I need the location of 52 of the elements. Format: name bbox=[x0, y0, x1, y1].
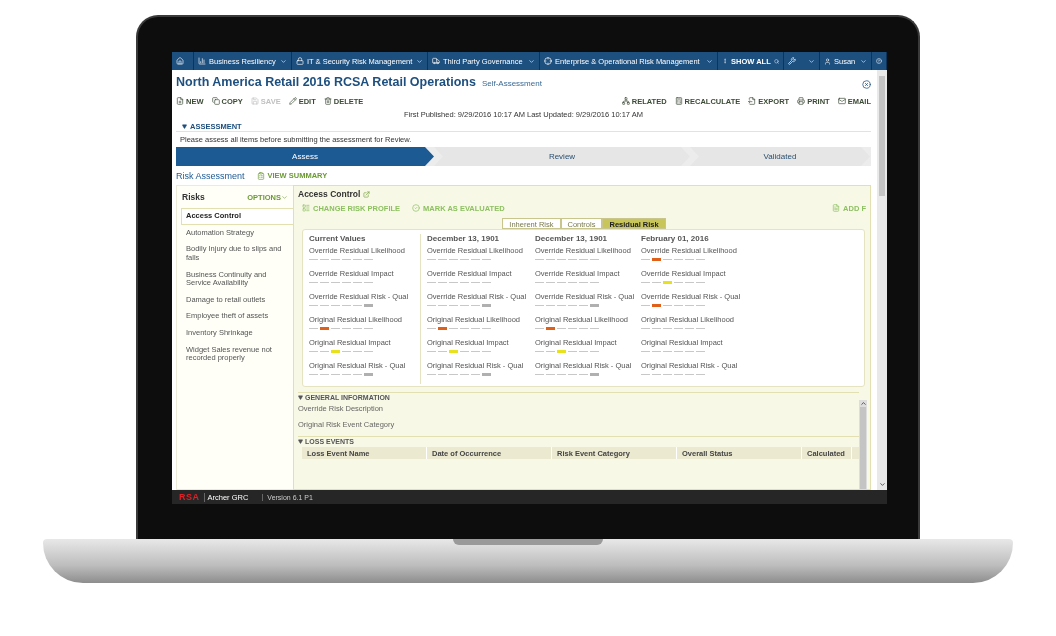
close-icon[interactable] bbox=[862, 80, 871, 89]
panel-title: Risks bbox=[182, 192, 205, 202]
calculator-icon bbox=[674, 97, 683, 105]
search-icon bbox=[773, 57, 779, 65]
column-heading: December 13, 1901 bbox=[535, 234, 609, 245]
clipboard-icon bbox=[256, 171, 265, 180]
column-heading: Current Values bbox=[309, 234, 367, 245]
export-icon bbox=[748, 97, 757, 105]
scrollbar[interactable] bbox=[877, 70, 887, 490]
caret-icon bbox=[860, 57, 867, 65]
mail-icon bbox=[837, 97, 846, 105]
caret-icon bbox=[281, 193, 288, 201]
step[interactable]: Assess bbox=[176, 147, 434, 166]
caret-icon bbox=[280, 57, 287, 65]
scroll-up-icon[interactable] bbox=[859, 400, 867, 407]
collapse-icon[interactable] bbox=[298, 395, 303, 400]
caret-icon bbox=[528, 57, 535, 65]
page-title: North America Retail 2016 RCSA Retail Operations bbox=[176, 75, 476, 89]
trash-icon bbox=[323, 97, 332, 105]
caret-icon bbox=[808, 57, 815, 65]
column-heading: December 13, 1901 bbox=[427, 234, 501, 245]
printer-icon bbox=[797, 97, 806, 105]
save-icon bbox=[250, 97, 259, 105]
hierarchy-icon bbox=[621, 97, 630, 105]
section-heading: Risk Assessment bbox=[176, 170, 245, 181]
home-icon bbox=[176, 57, 184, 65]
help-icon bbox=[876, 57, 882, 65]
detail-title: Access Control bbox=[298, 189, 361, 199]
truck-icon bbox=[432, 57, 440, 65]
caret-icon bbox=[706, 57, 713, 65]
file-plus-icon bbox=[176, 97, 184, 105]
collapse-icon[interactable] bbox=[182, 123, 187, 129]
column-heading: February 01, 2016 bbox=[641, 234, 710, 245]
step[interactable]: Review bbox=[434, 147, 690, 166]
chart-icon bbox=[198, 57, 206, 65]
crosshair-icon bbox=[544, 57, 552, 65]
page-subtitle: Self-Assessment bbox=[481, 79, 542, 88]
collapse-icon[interactable] bbox=[298, 439, 303, 444]
scrollbar[interactable] bbox=[859, 400, 867, 489]
check-circle-icon bbox=[412, 204, 421, 212]
user-icon bbox=[824, 57, 831, 65]
file-icon bbox=[832, 204, 841, 212]
wrench-icon bbox=[788, 57, 796, 65]
lock-icon bbox=[296, 57, 304, 65]
caret-icon bbox=[416, 57, 423, 65]
pencil-icon bbox=[288, 97, 297, 105]
copy-icon bbox=[211, 97, 220, 105]
list-icon bbox=[302, 204, 310, 212]
logo: RSA bbox=[179, 492, 200, 502]
dots-icon bbox=[722, 57, 728, 65]
step[interactable]: Validated bbox=[690, 147, 870, 166]
scroll-down-icon[interactable] bbox=[878, 481, 886, 488]
